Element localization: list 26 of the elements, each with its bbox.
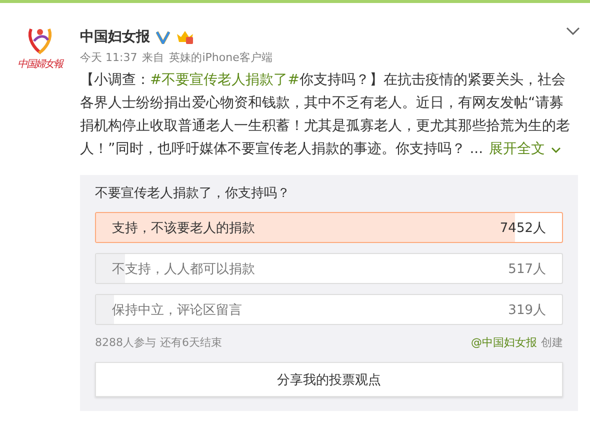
poll-option[interactable]: 不支持，人人都可以捐款 517人 (95, 253, 563, 284)
chevron-down-icon[interactable] (566, 27, 580, 35)
vote-count: 319人 (508, 302, 546, 318)
vote-count: 7452人 (500, 220, 546, 236)
vote-count: 517人 (508, 260, 546, 278)
option-label: 支持，不该要老人的捐款 (112, 220, 255, 236)
remaining-time: 还有6天结束 (160, 335, 222, 350)
caret-icon (551, 146, 562, 152)
post-text: 【小调查：#不要宣传老人捐款了#你支持吗？】在抗击疫情的紧要关头，社会各界人士纷纷捐出爱心物资和钱款，其中不乏有老人。近日，有网友发帖“请募捐机构停止收取普通老人一生积蓄！尤其是孤寡老人，更尤其那些拾荒为生的老人！”同时，也呼吁媒体不要宣传老人捐款的事迹。你支持吗？ ... 展开全文 (80, 69, 574, 161)
poll-option[interactable]: 支持，不该要老人的捐款 7452人 (95, 212, 563, 243)
share-button[interactable]: 分享我的投票观点 (95, 362, 563, 397)
source-label: 来自 (142, 50, 164, 65)
logo-text: 中国婦女報 (18, 58, 62, 71)
author-name[interactable]: 中国妇女报 (80, 28, 150, 46)
logo-avatar[interactable]: 中国婦女報 (14, 25, 66, 85)
topic-link[interactable]: #不要宣传老人捐款了# (150, 72, 300, 88)
source-link[interactable]: 英妹的iPhone客户端 (169, 50, 272, 65)
creator-link[interactable]: @中国妇女报 (471, 335, 537, 350)
option-label: 不支持，人人都可以捐款 (112, 260, 255, 278)
option-label: 保持中立，评论区留言 (112, 302, 242, 318)
created-label: 创建 (541, 335, 563, 350)
poll-question: 不要宣传老人捐款了，你支持吗？ (95, 185, 291, 202)
poll-option[interactable]: 保持中立，评论区留言 319人 (95, 294, 563, 325)
participant-count: 8288人参与 (95, 335, 156, 350)
expand-link[interactable]: 展开全文 (489, 138, 562, 161)
post-time[interactable]: 今天 11:37 (80, 50, 138, 65)
